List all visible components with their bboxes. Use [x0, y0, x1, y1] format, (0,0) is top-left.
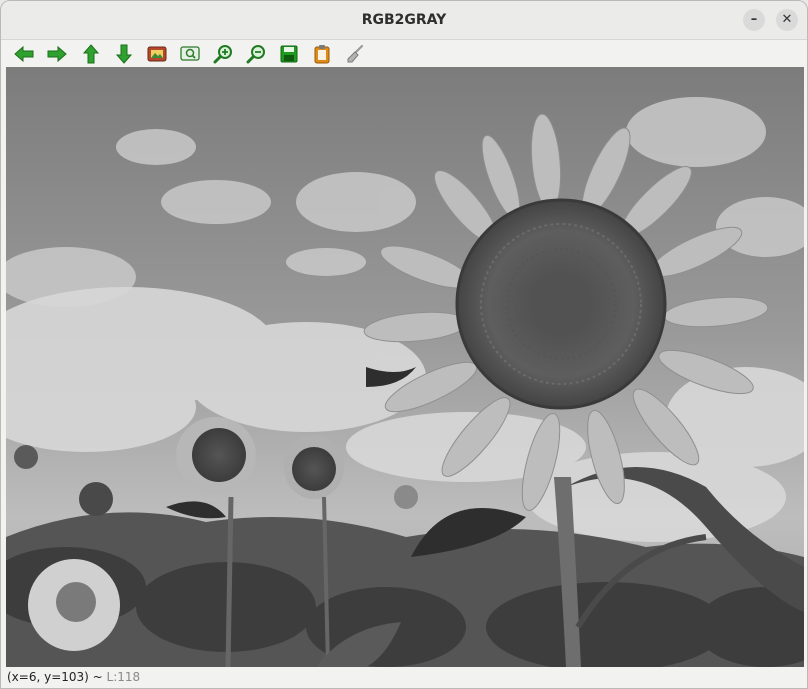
pan-left-button[interactable] [13, 43, 35, 65]
app-window: RGB2GRAY – ✕ (x=6, y=103) ~ L:118 [0, 0, 808, 689]
copy-to-clipboard-button[interactable] [311, 43, 333, 65]
picture-icon [147, 46, 167, 62]
title-bar[interactable]: RGB2GRAY – ✕ [1, 1, 807, 40]
clipboard-icon [314, 45, 330, 64]
toolbar [1, 40, 807, 67]
zoom-out-icon [246, 45, 265, 64]
status-coordinates: (x=6, y=103) ~ [7, 670, 103, 684]
grayscale-sunflower-image [6, 67, 804, 667]
pan-up-button[interactable] [80, 43, 102, 65]
properties-button[interactable] [344, 43, 366, 65]
shrink-to-window-button[interactable] [146, 43, 168, 65]
image-canvas[interactable] [6, 67, 804, 667]
zoom-out-button[interactable] [245, 43, 267, 65]
close-icon: ✕ [781, 12, 793, 27]
window-title: RGB2GRAY [361, 12, 447, 28]
arrow-left-icon [14, 45, 34, 63]
zoom-image-button[interactable] [179, 43, 201, 65]
brush-icon [347, 44, 364, 63]
arrow-down-icon [115, 44, 133, 64]
minimize-icon: – [750, 12, 758, 27]
floppy-disk-icon [280, 45, 298, 63]
close-button[interactable]: ✕ [776, 9, 798, 31]
minimize-button[interactable]: – [743, 9, 765, 31]
save-button[interactable] [278, 43, 300, 65]
zoom-fit-icon [180, 46, 200, 61]
arrow-right-icon [47, 45, 67, 63]
zoom-in-icon [213, 45, 232, 64]
arrow-up-icon [82, 44, 100, 64]
status-level: L:118 [106, 670, 141, 684]
zoom-in-button[interactable] [212, 43, 234, 65]
status-bar: (x=6, y=103) ~ L:118 [1, 667, 807, 688]
pan-down-button[interactable] [113, 43, 135, 65]
pan-right-button[interactable] [46, 43, 68, 65]
